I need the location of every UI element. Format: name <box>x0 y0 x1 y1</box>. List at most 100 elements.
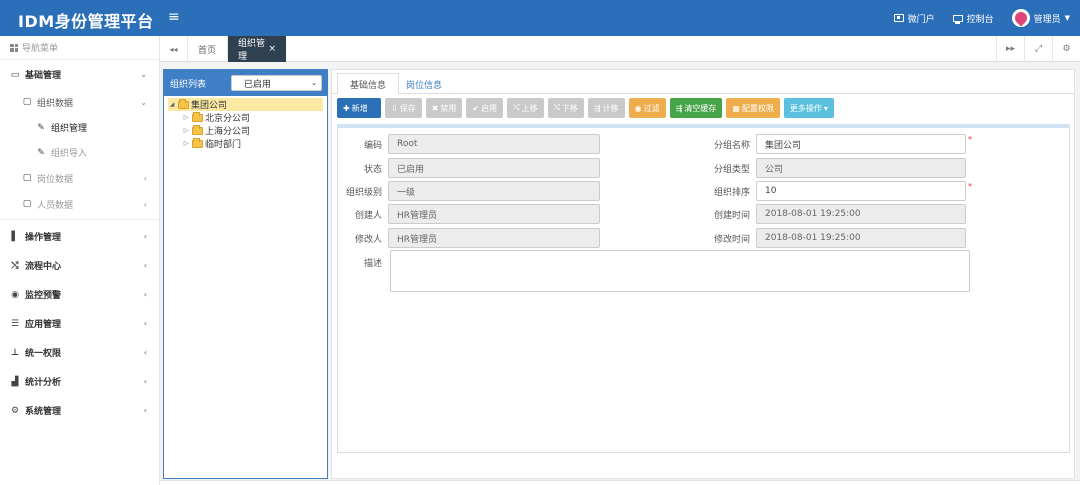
tab-org-management[interactable]: 组织管理 × <box>228 36 286 62</box>
more-actions-button[interactable]: 更多操作 ▾ <box>783 98 834 118</box>
order-input[interactable]: 10 <box>756 181 966 201</box>
tab-basic-info[interactable]: 基础信息 <box>337 73 400 95</box>
level-field[interactable]: 一级 <box>388 181 600 201</box>
required-mark: * <box>968 181 972 191</box>
config-permission-button[interactable]: ▦ 配置权限 <box>726 98 780 118</box>
org-tree-panel: 组织列表 已启用 ⌄ ◢ 集团公司 ▷ 北京分公司 ▷ 上海分公司 ▷ 临时部门 <box>163 69 328 479</box>
form-row-level: 组织级别 一级 <box>338 181 600 201</box>
detail-tabs: 基础信息 岗位信息 <box>332 70 1074 95</box>
tree-node-temp-dept[interactable]: ▷ 临时部门 <box>168 137 323 150</box>
status-field[interactable]: 已启用 <box>388 158 600 178</box>
modify-time-field[interactable]: 2018-08-01 19:25:00 <box>756 228 966 248</box>
filter-button[interactable]: ◉ 过滤 <box>628 98 666 118</box>
clear-cache-button-label: 清空缓存 <box>684 103 717 113</box>
tab-post-info[interactable]: 岗位信息 <box>394 73 454 95</box>
id-card-icon: ▭ <box>10 69 20 80</box>
sidebar-item-process-center[interactable]: ⤭ 流程中心 ‹ <box>0 251 159 280</box>
chevron-down-icon: ⌄ <box>311 79 317 87</box>
add-button[interactable]: ✚ 新增 <box>337 98 381 118</box>
list-icon: ☰ <box>10 318 20 329</box>
form-row-modifier: 修改人 HR管理员 <box>338 228 600 248</box>
description-label: 描述 <box>363 258 382 269</box>
sidebar-item-system-management[interactable]: ⚙ 系统管理 ‹ <box>0 396 159 425</box>
portal-icon <box>893 14 904 22</box>
portal-link[interactable]: 微门户 <box>893 12 935 25</box>
tree-collapsed-icon[interactable]: ▷ <box>182 127 190 134</box>
folder-open-icon <box>178 98 189 109</box>
enable-button[interactable]: ✔ 启用 <box>466 98 504 118</box>
sidebar-item-label: 操作管理 <box>25 233 62 243</box>
tree-node-label: 临时部门 <box>205 140 242 150</box>
clear-cache-button[interactable]: ⇶ 清空缓存 <box>669 98 723 118</box>
sidebar-item-operation-management[interactable]: ▌ 操作管理 ‹ <box>0 222 159 251</box>
form-row-description: 描述 <box>338 252 388 272</box>
form-row-modify-time: 修改时间 2018-08-01 19:25:00 <box>706 228 966 248</box>
sidebar-item-label: 统计分析 <box>25 378 62 388</box>
tab-scroll-left-icon[interactable]: ◂◂ <box>160 36 188 62</box>
creator-label: 创建人 <box>354 210 382 221</box>
modifier-field[interactable]: HR管理员 <box>388 228 600 248</box>
monitor-icon <box>952 14 963 24</box>
sidebar-item-label: 流程中心 <box>25 262 62 272</box>
tree-node-group-company[interactable]: ◢ 集团公司 <box>168 98 323 111</box>
shuffle-icon: ⤭ <box>553 103 560 112</box>
sidebar-item-org-data[interactable]: ▢ 组织数据 ⌄ <box>0 89 159 115</box>
sidebar-item-label: 监控预警 <box>25 291 62 301</box>
chevron-left-icon: ‹ <box>143 173 147 183</box>
tree-collapsed-icon[interactable]: ▷ <box>182 140 190 147</box>
description-textarea[interactable] <box>390 250 970 292</box>
group-name-input[interactable]: 集团公司 <box>756 134 966 154</box>
fullscreen-icon[interactable]: ⤢ <box>1024 36 1052 62</box>
square-icon: ▢ <box>22 199 32 209</box>
gear-icon[interactable]: ⚙ <box>1052 36 1080 62</box>
sidebar-item-label: 组织管理 <box>51 124 88 134</box>
form-row-group-type: 分组类型 公司 <box>706 158 966 178</box>
sidebar-item-unified-permission[interactable]: ⊥ 统一权限 ‹ <box>0 338 159 367</box>
disable-button[interactable]: ✖ 禁用 <box>425 98 463 118</box>
user-menu[interactable]: 管理员 ▼ <box>1011 9 1070 27</box>
tab-label: 组织管理 <box>238 39 266 62</box>
sidebar-item-post-data[interactable]: ▢ 岗位数据 ‹ <box>0 165 159 191</box>
sidebar-item-basic-management[interactable]: ▭ 基础管理 ⌄ <box>0 60 159 89</box>
tree-collapsed-icon[interactable]: ▷ <box>182 114 190 121</box>
sidebar-item-app-management[interactable]: ☰ 应用管理 ‹ <box>0 309 159 338</box>
tree-node-shanghai[interactable]: ▷ 上海分公司 <box>168 124 323 137</box>
creator-field[interactable]: HR管理员 <box>388 204 600 224</box>
menu-toggle-icon[interactable]: ≡ <box>168 9 180 25</box>
disable-button-label: 禁用 <box>440 103 457 113</box>
sidebar: 导航菜单 ▭ 基础管理 ⌄ ▢ 组织数据 ⌄ ✎ 组织管理 ✎ 组织导入 ▢ 岗… <box>0 36 160 485</box>
sidebar-item-person-data[interactable]: ▢ 人员数据 ‹ <box>0 191 159 217</box>
sidebar-item-label: 系统管理 <box>25 407 62 417</box>
tree-expanded-icon[interactable]: ◢ <box>168 101 176 108</box>
code-field[interactable]: Root <box>388 134 600 154</box>
group-type-field[interactable]: 公司 <box>756 158 966 178</box>
console-link[interactable]: 控制台 <box>952 12 994 25</box>
save-icon: ⇩ <box>391 103 398 113</box>
save-button[interactable]: ⇩ 保存 <box>385 98 422 118</box>
org-form: 编码 Root 状态 已启用 组织级别 一级 创建人 HR管理员 修改人 HR管… <box>337 124 1070 453</box>
sidebar-item-statistics[interactable]: ▟ 统计分析 ‹ <box>0 367 159 396</box>
transfer-button[interactable]: ⇶ 计移 <box>587 98 625 118</box>
tab-scroll-right-icon[interactable]: ▸▸ <box>996 36 1024 62</box>
sidebar-item-monitoring[interactable]: ◉ 监控预警 ‹ <box>0 280 159 309</box>
chevron-down-icon: ⌄ <box>140 97 147 107</box>
move-down-button[interactable]: ⤭ 下移 <box>547 98 584 118</box>
close-icon[interactable]: × <box>268 44 276 54</box>
create-time-label: 创建时间 <box>713 210 750 221</box>
location-pin-icon <box>1012 9 1030 27</box>
transfer-button-label: 计移 <box>602 103 619 113</box>
avatar <box>1011 9 1030 27</box>
grid-icon <box>10 43 18 52</box>
create-time-field[interactable]: 2018-08-01 19:25:00 <box>756 204 966 224</box>
book-icon: ▌ <box>11 231 19 242</box>
group-type-label: 分组类型 <box>713 164 750 175</box>
eye-icon: ◉ <box>634 103 642 113</box>
required-mark: * <box>968 134 972 144</box>
sidebar-item-org-import[interactable]: ✎ 组织导入 <box>0 140 159 165</box>
tree-node-beijing[interactable]: ▷ 北京分公司 <box>168 111 323 124</box>
sidebar-item-org-management[interactable]: ✎ 组织管理 <box>0 115 159 140</box>
sidebar-header-label: 导航菜单 <box>22 44 59 54</box>
tab-home[interactable]: 首页 <box>188 36 228 62</box>
move-up-button[interactable]: ⤭ 上移 <box>507 98 544 118</box>
status-filter-select[interactable]: 已启用 ⌄ <box>231 75 322 91</box>
